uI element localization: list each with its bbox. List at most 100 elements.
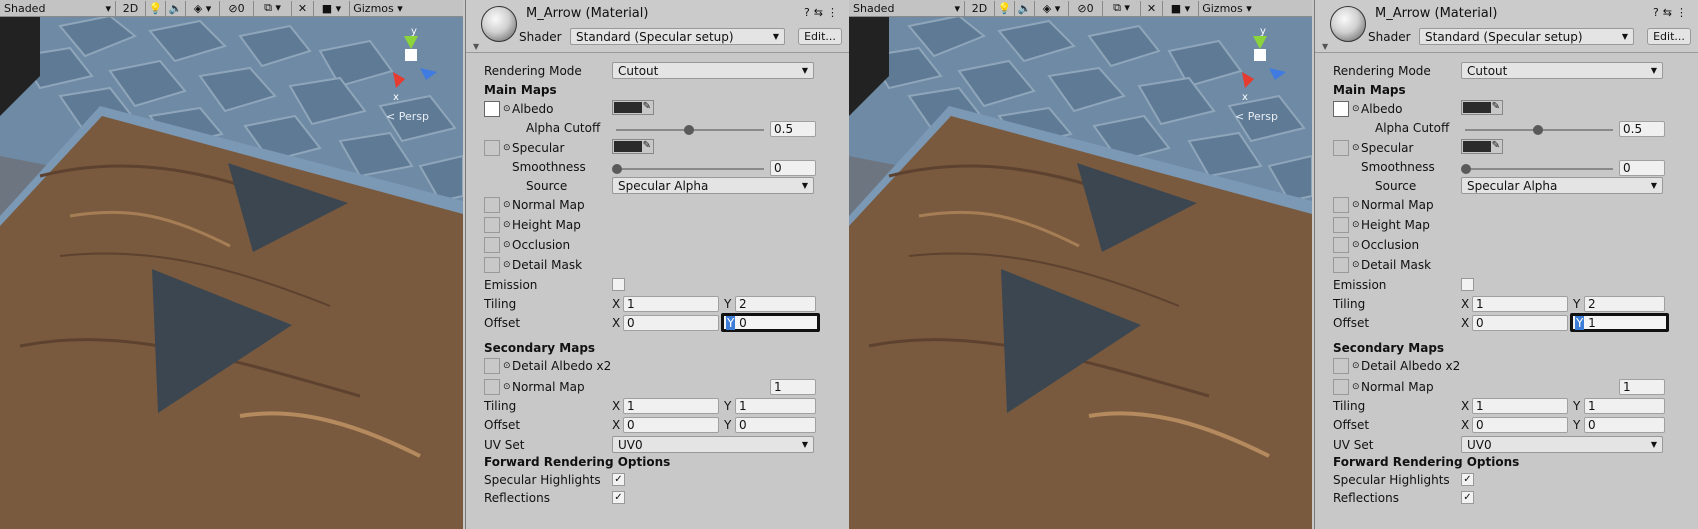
object-picker-icon[interactable]: ⊙ xyxy=(503,361,511,371)
header-icons[interactable]: ?⇆⋮ xyxy=(804,6,842,19)
secondary-tiling-y-field[interactable]: 1 xyxy=(1584,398,1665,414)
object-picker-icon[interactable]: ⊙ xyxy=(1352,382,1360,392)
header-icons[interactable]: ?⇆⋮ xyxy=(1653,6,1691,19)
hidden-objects-button[interactable]: ⊘ 0 xyxy=(1069,0,1103,16)
scene-view[interactable]: Shaded ▾ 2D 💡 🔈 ◈ ▾ ⊘ 0 ⧉ ▾ ✕ ■ ▾ Gizmos ▾ xyxy=(849,0,1312,529)
edit-shader-button[interactable]: Edit... xyxy=(798,28,842,45)
emission-checkbox[interactable] xyxy=(1461,278,1474,291)
specular-highlights-checkbox[interactable]: ✓ xyxy=(1461,473,1474,486)
shader-dropdown[interactable]: Standard (Specular setup) ▼ xyxy=(1419,28,1634,45)
occlusion-slot[interactable] xyxy=(484,237,500,253)
foldout-arrow-icon[interactable]: ▼ xyxy=(473,42,479,51)
rendering-mode-dropdown[interactable]: Cutout ▼ xyxy=(1461,62,1663,79)
audio-toggle-icon[interactable]: 🔈 xyxy=(1015,0,1035,16)
effects-dropdown-icon[interactable]: ◈ ▾ xyxy=(186,0,220,16)
normal-map-slot[interactable] xyxy=(1333,197,1349,213)
help-icon[interactable]: ? xyxy=(1653,6,1663,19)
secondary-offset-y-field[interactable]: 0 xyxy=(1584,417,1665,433)
source-dropdown[interactable]: Specular Alpha ▼ xyxy=(1461,177,1663,194)
object-picker-icon[interactable]: ⊙ xyxy=(503,240,511,250)
toggle-2d-button[interactable]: 2D xyxy=(116,0,146,16)
shading-mode-dropdown[interactable]: Shaded ▾ xyxy=(0,0,116,16)
lighting-toggle-icon[interactable]: 💡 xyxy=(995,0,1015,16)
perspective-label[interactable]: < Persp xyxy=(386,110,429,123)
albedo-texture-slot[interactable] xyxy=(484,101,500,117)
toggle-2d-button[interactable]: 2D xyxy=(965,0,995,16)
more-menu-icon[interactable]: ⋮ xyxy=(827,6,842,19)
emission-checkbox[interactable] xyxy=(612,278,625,291)
object-picker-icon[interactable]: ⊙ xyxy=(1352,200,1360,210)
tiling-y-field[interactable]: 2 xyxy=(735,296,816,312)
hidden-objects-button[interactable]: ⊘ 0 xyxy=(220,0,254,16)
reflections-checkbox[interactable]: ✓ xyxy=(612,491,625,504)
audio-toggle-icon[interactable]: 🔈 xyxy=(166,0,186,16)
foldout-arrow-icon[interactable]: ▼ xyxy=(1322,42,1328,51)
occlusion-slot[interactable] xyxy=(1333,237,1349,253)
secondary-offset-y-field[interactable]: 0 xyxy=(735,417,816,433)
smoothness-field[interactable]: 0 xyxy=(770,160,816,176)
albedo-color-field[interactable]: ✎ xyxy=(1461,100,1503,115)
secondary-tiling-y-field[interactable]: 1 xyxy=(735,398,816,414)
specular-color-field[interactable]: ✎ xyxy=(612,139,654,154)
height-map-slot[interactable] xyxy=(1333,217,1349,233)
alpha-cutoff-field[interactable]: 0.5 xyxy=(770,121,816,137)
object-picker-icon[interactable]: ⊙ xyxy=(503,143,511,153)
tiling-x-field[interactable]: 1 xyxy=(1472,296,1568,312)
gizmos-dropdown[interactable]: Gizmos ▾ xyxy=(1199,1,1255,16)
object-picker-icon[interactable]: ⊙ xyxy=(503,260,511,270)
smoothness-knob[interactable] xyxy=(612,164,622,174)
eyedropper-icon[interactable]: ✎ xyxy=(1492,140,1500,151)
detail-mask-slot[interactable] xyxy=(484,257,500,273)
specular-highlights-checkbox[interactable]: ✓ xyxy=(612,473,625,486)
grid-dropdown-icon[interactable]: ⧉ ▾ xyxy=(254,0,292,16)
object-picker-icon[interactable]: ⊙ xyxy=(503,220,511,230)
object-picker-icon[interactable]: ⊙ xyxy=(503,382,511,392)
alpha-cutoff-knob[interactable] xyxy=(1533,125,1543,135)
secondary-offset-x-field[interactable]: 0 xyxy=(623,417,719,433)
tools-icon[interactable]: ✕ xyxy=(1141,0,1163,16)
eyedropper-icon[interactable]: ✎ xyxy=(1492,101,1500,112)
albedo-color-field[interactable]: ✎ xyxy=(612,100,654,115)
effects-dropdown-icon[interactable]: ◈ ▾ xyxy=(1035,0,1069,16)
shading-mode-dropdown[interactable]: Shaded ▾ xyxy=(849,0,965,16)
offset-y-field-active[interactable]: Y 1 xyxy=(1570,313,1669,332)
smoothness-slider[interactable] xyxy=(616,168,764,170)
secondary-normal-map-slot[interactable] xyxy=(1333,379,1349,395)
normal-map-slot[interactable] xyxy=(484,197,500,213)
smoothness-knob[interactable] xyxy=(1461,164,1471,174)
object-picker-icon[interactable]: ⊙ xyxy=(1352,240,1360,250)
detail-mask-slot[interactable] xyxy=(1333,257,1349,273)
secondary-normal-map-slot[interactable] xyxy=(484,379,500,395)
camera-dropdown-icon[interactable]: ■ ▾ xyxy=(314,0,350,16)
shader-dropdown[interactable]: Standard (Specular setup) ▼ xyxy=(570,28,785,45)
uv-set-dropdown[interactable]: UV0 ▼ xyxy=(612,436,814,453)
detail-albedo-slot[interactable] xyxy=(1333,358,1349,374)
secondary-tiling-x-field[interactable]: 1 xyxy=(1472,398,1568,414)
smoothness-slider[interactable] xyxy=(1465,168,1613,170)
albedo-texture-slot[interactable] xyxy=(1333,101,1349,117)
object-picker-icon[interactable]: ⊙ xyxy=(1352,143,1360,153)
rendering-mode-dropdown[interactable]: Cutout ▼ xyxy=(612,62,814,79)
scene-view[interactable]: Shaded ▾ 2D 💡 🔈 ◈ ▾ ⊘ 0 ⧉ ▾ ✕ ■ ▾ Gizmos ▾ xyxy=(0,0,463,529)
help-icon[interactable]: ? xyxy=(804,6,814,19)
reflections-checkbox[interactable]: ✓ xyxy=(1461,491,1474,504)
object-picker-icon[interactable]: ⊙ xyxy=(503,200,511,210)
eyedropper-icon[interactable]: ✎ xyxy=(643,140,651,151)
tiling-x-field[interactable]: 1 xyxy=(623,296,719,312)
object-picker-icon[interactable]: ⊙ xyxy=(503,104,511,114)
offset-y-field-active[interactable]: Y 0 xyxy=(721,313,820,332)
presets-icon[interactable]: ⇆ xyxy=(1663,6,1676,19)
secondary-normal-scale-field[interactable]: 1 xyxy=(770,379,816,395)
object-picker-icon[interactable]: ⊙ xyxy=(1352,104,1360,114)
edit-shader-button[interactable]: Edit... xyxy=(1647,28,1691,45)
eyedropper-icon[interactable]: ✎ xyxy=(643,101,651,112)
secondary-normal-scale-field[interactable]: 1 xyxy=(1619,379,1665,395)
secondary-tiling-x-field[interactable]: 1 xyxy=(623,398,719,414)
object-picker-icon[interactable]: ⊙ xyxy=(1352,260,1360,270)
alpha-cutoff-knob[interactable] xyxy=(684,125,694,135)
source-dropdown[interactable]: Specular Alpha ▼ xyxy=(612,177,814,194)
gizmos-dropdown[interactable]: Gizmos ▾ xyxy=(350,1,406,16)
presets-icon[interactable]: ⇆ xyxy=(814,6,827,19)
object-picker-icon[interactable]: ⊙ xyxy=(1352,220,1360,230)
alpha-cutoff-field[interactable]: 0.5 xyxy=(1619,121,1665,137)
